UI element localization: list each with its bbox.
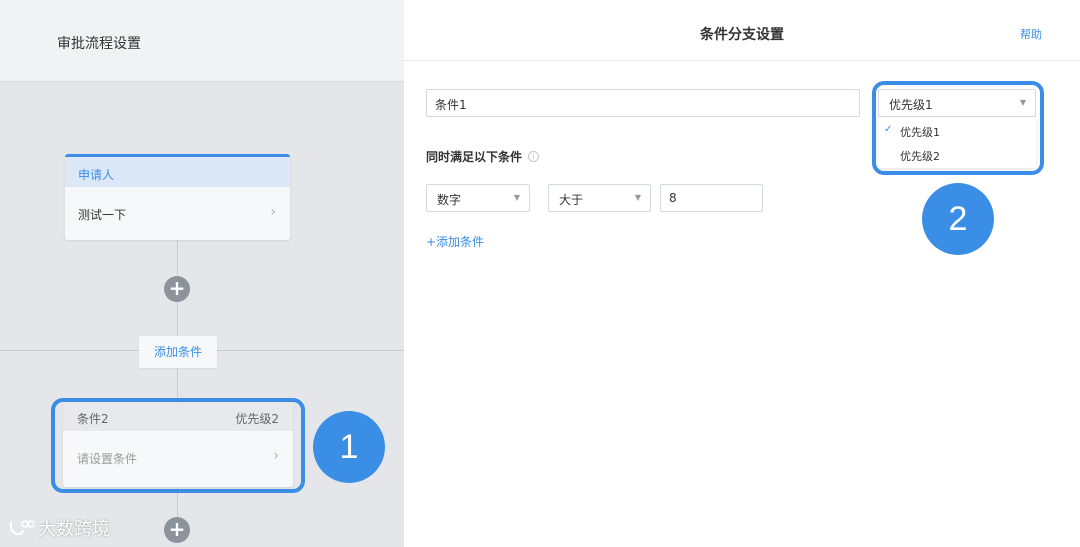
applicant-value: 测试一下 (78, 208, 127, 222)
applicant-card-header: 申请人 (65, 157, 290, 187)
connector-line (177, 302, 178, 336)
applicant-card[interactable]: 申请人 测试一下 › (65, 154, 290, 240)
field-type-select[interactable]: 数字 ▼ (426, 184, 530, 212)
step-badge-1: 1 (313, 411, 385, 483)
rules-label: 同时满足以下条件 (426, 150, 523, 164)
chevron-right-icon: › (270, 204, 276, 220)
add-node-plus-icon[interactable]: + (164, 276, 190, 302)
rule-value-input[interactable]: 8 (660, 184, 763, 212)
condition-name-input[interactable]: 条件1 (426, 89, 860, 117)
field-type-value: 数字 (437, 193, 462, 207)
highlight-box-1 (51, 398, 305, 493)
page-title: 审批流程设置 (57, 36, 141, 52)
watermark-logo-icon (9, 520, 34, 536)
watermark: 大数跨境 (8, 515, 110, 541)
operator-select[interactable]: 大于 ▼ (548, 184, 651, 212)
header-divider (404, 60, 1080, 61)
watermark-text: 大数跨境 (38, 519, 110, 540)
highlight-box-2 (872, 81, 1044, 175)
applicant-card-body: 测试一下 › (65, 187, 290, 223)
help-link[interactable]: 帮助 (1020, 26, 1042, 42)
panel-title: 条件分支设置 (700, 27, 784, 43)
caret-down-icon: ▼ (513, 193, 520, 202)
left-header: 审批流程设置 (0, 0, 404, 82)
caret-down-icon: ▼ (634, 193, 641, 202)
operator-value: 大于 (559, 193, 584, 207)
info-icon[interactable]: i (528, 151, 540, 162)
step-badge-2: 2 (922, 183, 994, 255)
connector-line (177, 240, 178, 276)
add-condition-link[interactable]: +添加条件 (426, 233, 484, 250)
rules-section-label: 同时满足以下条件 i (426, 148, 540, 165)
add-condition-button[interactable]: 添加条件 (139, 336, 217, 368)
add-node-plus-icon[interactable]: + (164, 517, 190, 543)
